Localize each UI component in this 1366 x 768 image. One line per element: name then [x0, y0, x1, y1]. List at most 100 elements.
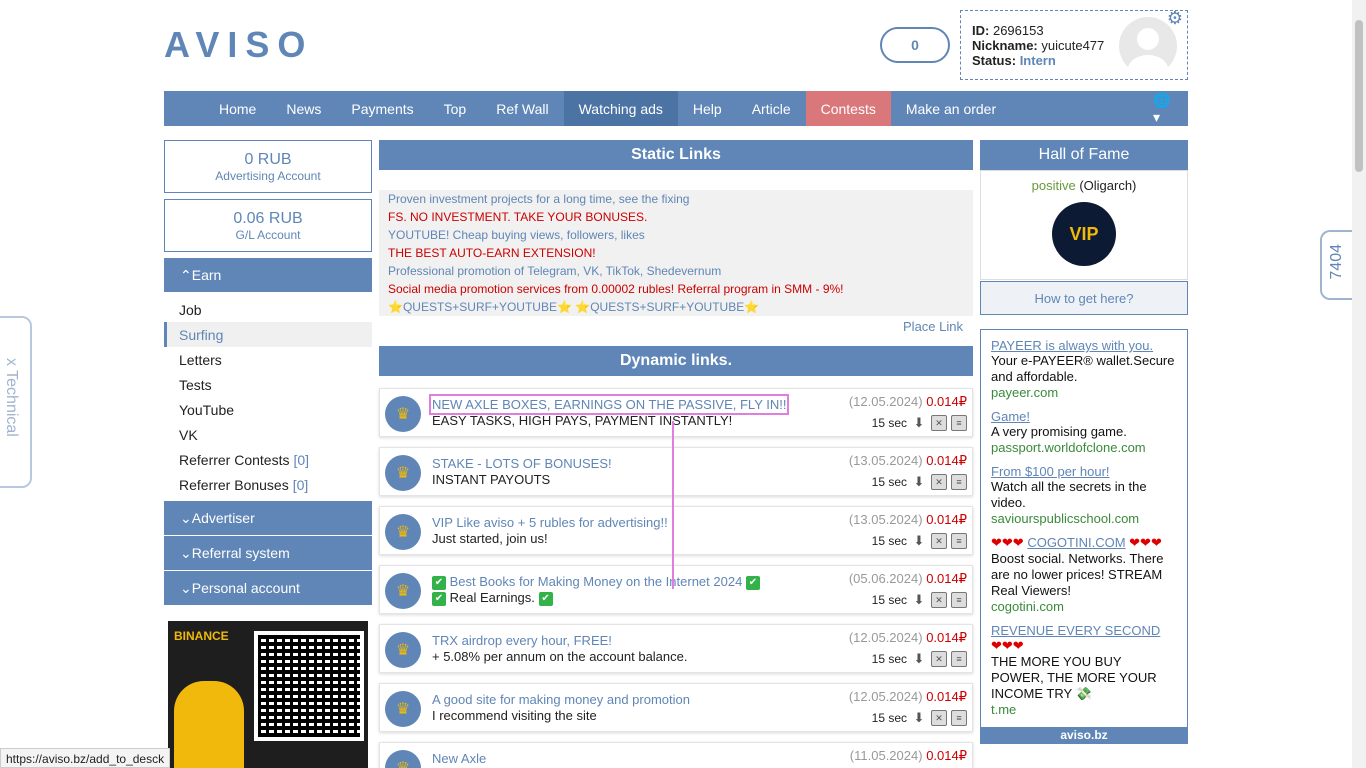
nav-help[interactable]: Help — [678, 91, 737, 126]
menu-earn[interactable]: ⌃ Earn — [164, 258, 372, 292]
dynamic-link-title[interactable]: ✔ Best Books for Making Money on the Int… — [432, 574, 760, 590]
crown-icon: ♛ — [385, 573, 421, 609]
dynamic-link-row[interactable]: ♛ ✔ Best Books for Making Money on the In… — [379, 565, 973, 614]
menu-personal-account[interactable]: ⌄ Personal account — [164, 571, 372, 605]
nav-top[interactable]: Top — [429, 91, 482, 126]
advertising-account[interactable]: 0 RUB Advertising Account — [164, 140, 372, 193]
block-icon[interactable]: ✕ — [931, 533, 947, 549]
dynamic-links-title: Dynamic links. — [379, 346, 973, 376]
gear-icon[interactable]: ⚙ — [1167, 9, 1183, 27]
dynamic-link-title[interactable]: A good site for making money and promoti… — [432, 692, 690, 707]
hof-name[interactable]: positive — [1032, 178, 1076, 193]
dynamic-link-title[interactable]: TRX airdrop every hour, FREE! — [432, 633, 612, 648]
dynamic-link-title[interactable]: VIP Like aviso + 5 rubles for advertisin… — [432, 515, 668, 530]
balance-pill[interactable]: 0 — [880, 27, 950, 63]
heart-icon: ❤❤❤ — [1129, 535, 1162, 550]
technical-side-tab[interactable]: x Technical — [0, 316, 32, 488]
dynamic-link-title[interactable]: STAKE - LOTS OF BONUSES! — [432, 456, 612, 471]
menu-item-letters[interactable]: Letters — [164, 347, 372, 372]
crown-icon: ♛ — [385, 750, 421, 768]
nav-article[interactable]: Article — [737, 91, 806, 126]
static-link[interactable]: YOUTUBE! Cheap buying views, followers, … — [388, 226, 964, 244]
dynamic-link-row[interactable]: ♛ NEW AXLE BOXES, EARNINGS ON THE PASSIVE… — [379, 388, 973, 437]
check-icon: ✔ — [538, 591, 553, 606]
scrollbar[interactable] — [1352, 0, 1366, 768]
nav-watching-ads[interactable]: Watching ads — [563, 91, 678, 126]
ads-footer[interactable]: aviso.bz — [980, 727, 1188, 743]
nav-make-order[interactable]: Make an order — [891, 91, 1011, 126]
dynamic-link-meta: (05.06.2024) 0.014₽ — [848, 571, 967, 586]
dynamic-link-title[interactable]: NEW AXLE BOXES, EARNINGS ON THE PASSIVE,… — [428, 394, 790, 415]
dynamic-link-tools: 15 sec ⬇ ✕ ≡ — [872, 710, 967, 726]
report-icon[interactable]: ≡ — [951, 710, 967, 726]
nav-home[interactable]: Home — [204, 91, 271, 126]
static-link[interactable]: Proven investment projects for a long ti… — [388, 190, 964, 208]
arrow-down-icon[interactable]: ⬇ — [911, 415, 927, 431]
place-link[interactable]: Place Link — [379, 316, 973, 338]
static-link[interactable]: THE BEST AUTO-EARN EXTENSION! — [388, 244, 964, 262]
language-globe-icon[interactable]: 🌐▾ — [1138, 91, 1188, 126]
dynamic-link-meta: (13.05.2024) 0.014₽ — [848, 512, 967, 527]
arrow-down-icon[interactable]: ⬇ — [911, 651, 927, 667]
gl-account[interactable]: 0.06 RUB G/L Account — [164, 199, 372, 252]
static-link[interactable]: Professional promotion of Telegram, VK, … — [388, 262, 964, 280]
nav-news[interactable]: News — [271, 91, 336, 126]
arrow-down-icon[interactable]: ⬇ — [911, 710, 927, 726]
status-bar-url: https://aviso.bz/add_to_desck — [0, 748, 171, 768]
dynamic-link-row[interactable]: ♛ New Axle (11.05.2024) 0.014₽ — [379, 742, 973, 768]
dynamic-link-row[interactable]: ♛ A good site for making money and promot… — [379, 683, 973, 732]
text-ad: PAYEER is always with you. Your e-PAYEER… — [991, 338, 1175, 400]
block-icon[interactable]: ✕ — [931, 651, 947, 667]
dynamic-link-row[interactable]: ♛ TRX airdrop every hour, FREE! + 5.08% pe… — [379, 624, 973, 673]
menu-item-youtube[interactable]: YouTube — [164, 397, 372, 422]
how-to-get-here-button[interactable]: How to get here? — [980, 281, 1188, 315]
menu-advertiser[interactable]: ⌄ Advertiser — [164, 501, 372, 535]
nav-contests[interactable]: Contests — [805, 91, 891, 126]
menu-item-referrer-contests[interactable]: Referrer Contests [0] — [164, 447, 372, 472]
dynamic-links-list: ♛ NEW AXLE BOXES, EARNINGS ON THE PASSIVE… — [379, 388, 973, 768]
dynamic-link-tools: 15 sec ⬇ ✕ ≡ — [872, 592, 967, 608]
dynamic-link-meta: (12.05.2024) 0.014₽ — [848, 394, 967, 409]
block-icon[interactable]: ✕ — [931, 474, 947, 490]
menu-item-tests[interactable]: Tests — [164, 372, 372, 397]
site-logo[interactable]: AVISO — [164, 24, 313, 66]
menu-item-job[interactable]: Job — [164, 297, 372, 322]
static-link[interactable]: FS. NO INVESTMENT. TAKE YOUR BONUSES. — [388, 208, 964, 226]
arrow-down-icon[interactable]: ⬇ — [911, 533, 927, 549]
menu-item-vk[interactable]: VK — [164, 422, 372, 447]
static-link[interactable]: Social media promotion services from 0.0… — [388, 280, 964, 298]
report-icon[interactable]: ≡ — [951, 415, 967, 431]
chevron-down-icon: ⌄ — [180, 509, 192, 526]
dynamic-link-row[interactable]: ♛ VIP Like aviso + 5 rubles for advertisi… — [379, 506, 973, 555]
nav-ref-wall[interactable]: Ref Wall — [481, 91, 563, 126]
menu-item-surfing[interactable]: Surfing — [164, 322, 372, 347]
block-icon[interactable]: ✕ — [931, 710, 947, 726]
user-status[interactable]: Intern — [1020, 53, 1056, 68]
text-ad: ❤❤❤ COGOTINI.COM ❤❤❤ Boost social. Netwo… — [991, 535, 1164, 614]
qr-code — [254, 631, 364, 741]
text-ad: Game! A very promising game. passport.wo… — [991, 409, 1146, 455]
report-icon[interactable]: ≡ — [951, 592, 967, 608]
user-info-box: ID: 2696153 Nickname: yuicute477 Status:… — [960, 9, 1188, 80]
block-icon[interactable]: ✕ — [931, 592, 947, 608]
report-icon[interactable]: ≡ — [951, 533, 967, 549]
text-ad: REVENUE EVERY SECOND ❤❤❤ THE MORE YOU BU… — [991, 623, 1177, 717]
dynamic-link-row[interactable]: ♛ STAKE - LOTS OF BONUSES! INSTANT PAYOUTS… — [379, 447, 973, 496]
menu-item-referrer-bonuses[interactable]: Referrer Bonuses [0] — [164, 472, 372, 497]
crown-icon: ♛ — [385, 514, 421, 550]
block-icon[interactable]: ✕ — [931, 415, 947, 431]
dynamic-link-desc: + 5.08% per annum on the account balance… — [432, 649, 688, 664]
report-icon[interactable]: ≡ — [951, 474, 967, 490]
menu-referral-system[interactable]: ⌄ Referral system — [164, 536, 372, 570]
static-link[interactable]: ⭐QUESTS+SURF+YOUTUBE⭐ ⭐QUESTS+SURF+YOUTU… — [388, 298, 964, 316]
arrow-down-icon[interactable]: ⬇ — [911, 474, 927, 490]
dynamic-link-title[interactable]: New Axle — [432, 751, 486, 766]
arrow-down-icon[interactable]: ⬇ — [911, 592, 927, 608]
scroll-thumb[interactable] — [1355, 20, 1363, 172]
binance-banner[interactable]: BINANCE — [168, 621, 368, 768]
counter-side-tab[interactable]: 7404 — [1320, 230, 1354, 300]
chevron-up-icon: ⌃ — [180, 266, 192, 283]
nav-payments[interactable]: Payments — [336, 91, 428, 126]
dynamic-link-desc: I recommend visiting the site — [432, 708, 597, 723]
report-icon[interactable]: ≡ — [951, 651, 967, 667]
